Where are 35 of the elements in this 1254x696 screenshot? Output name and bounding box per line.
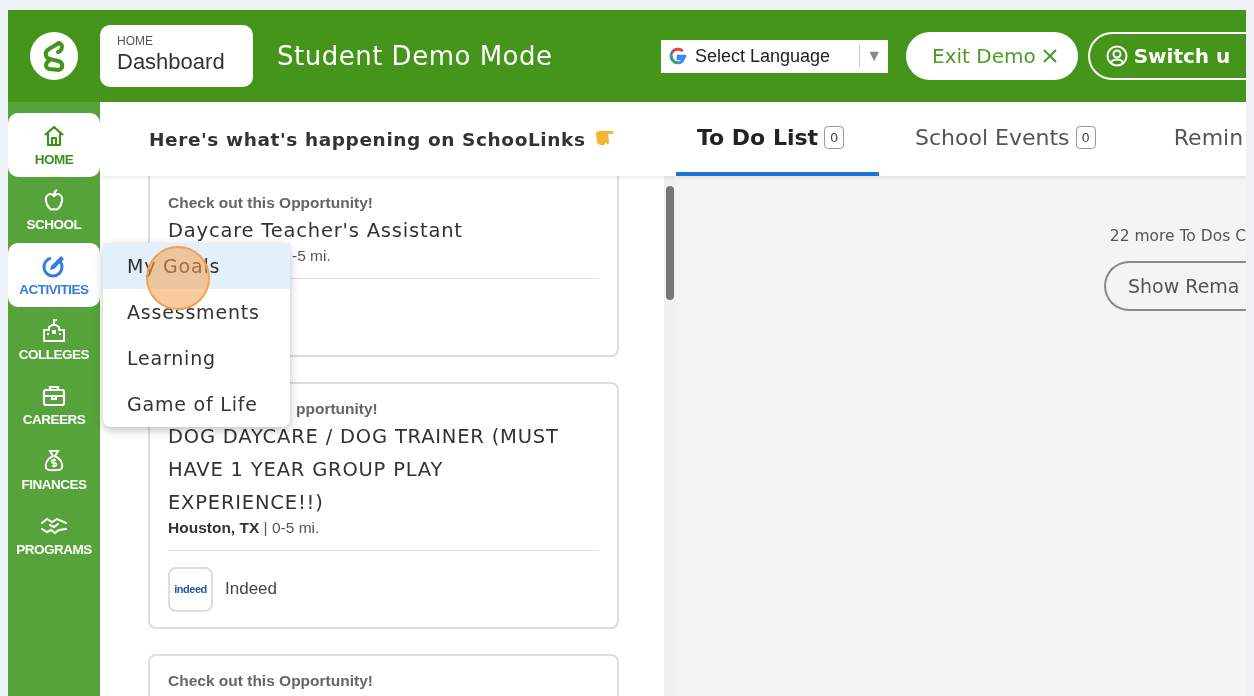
- more-todos-text: 22 more To Dos C: [1109, 227, 1246, 245]
- pencil-icon: [41, 253, 67, 279]
- scrollbar-thumb[interactable]: [666, 186, 674, 300]
- company-name: Indeed: [225, 579, 277, 599]
- tab[interactable]: Remin: [1152, 102, 1244, 176]
- switch-user-button[interactable]: Switch u: [1087, 32, 1246, 80]
- show-remaining-button[interactable]: Show Rema: [1104, 261, 1246, 311]
- card-label: Check out this Opportunity!: [168, 672, 373, 690]
- card-title: Daycare Teacher's Assistant: [168, 218, 464, 244]
- school-building-icon: [41, 318, 67, 344]
- count-badge: 0: [1075, 125, 1096, 149]
- close-icon: [1041, 48, 1058, 64]
- mode-title: Student Demo Mode: [277, 41, 554, 71]
- breadcrumb-page: Dashboard: [117, 49, 225, 75]
- logo-icon[interactable]: [30, 32, 78, 80]
- card-title: DOG DAYCARE / DOG TRAINER (MUST HAVE 1 YEAR GROUP PLAY EXPERIENCE!!): [168, 424, 560, 516]
- feed-heading: Here's what's happening on SchooLinks: [149, 128, 586, 150]
- card-location: Houston, TX | 0-5 mi.: [168, 519, 320, 537]
- opportunity-card[interactable]: Check out this Opportunity!: [148, 654, 619, 696]
- card-label: pportunity!: [296, 400, 378, 418]
- card-location: -5 mi.: [292, 247, 331, 265]
- g-logo-icon: [667, 45, 689, 67]
- tab[interactable]: School Events 0: [894, 102, 1117, 176]
- briefcase-icon: [41, 383, 67, 409]
- breadcrumb-card[interactable]: HOME Dashboard: [100, 25, 253, 87]
- dropdown-arrow: ▼: [866, 47, 882, 65]
- count-badge: 0: [824, 125, 845, 149]
- user-icon: [1105, 45, 1128, 67]
- card-label: Check out this Opportunity!: [168, 194, 373, 212]
- breadcrumb-section: HOME: [117, 34, 153, 48]
- language-select[interactable]: Select Language ▼: [661, 39, 888, 73]
- nav-item[interactable]: ACTIVITIES: [8, 243, 100, 307]
- company-logo: indeed: [168, 566, 213, 612]
- tab[interactable]: To Do List 0: [676, 102, 879, 176]
- nav-item[interactable]: HOME: [8, 113, 100, 177]
